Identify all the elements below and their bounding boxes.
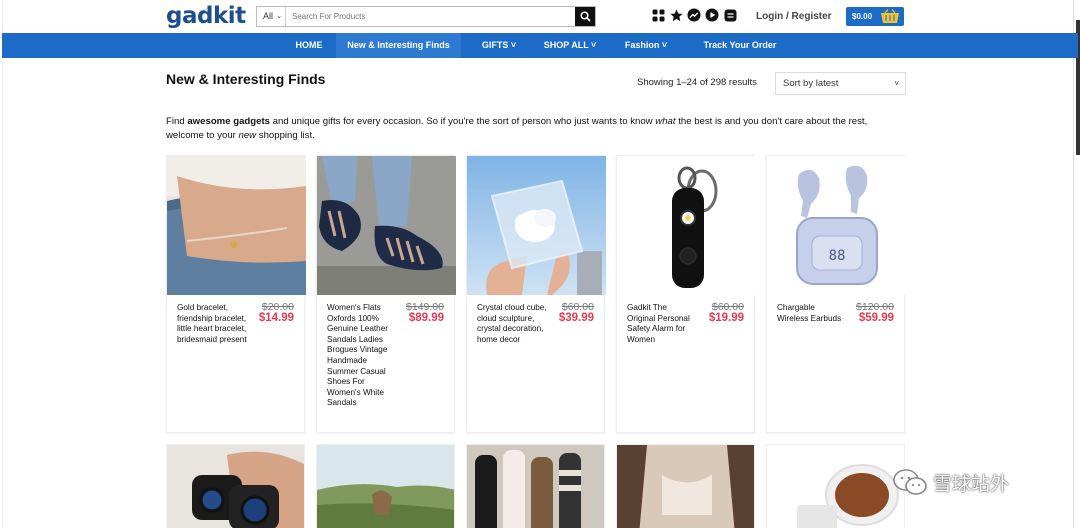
sort-select[interactable]: Sort by latest ˅ — [775, 72, 906, 95]
product-price: $39.99 — [558, 312, 594, 324]
product-image-landscape[interactable] — [316, 444, 455, 528]
star-icon[interactable] — [669, 8, 683, 22]
document-icon[interactable] — [723, 8, 737, 22]
desc-italic: what — [655, 116, 676, 127]
basket-icon — [881, 9, 899, 23]
nav-item-track-order[interactable]: Track Your Order — [692, 33, 788, 58]
nav-item-fashion[interactable]: Fashion ˅ — [618, 33, 674, 58]
product-name[interactable]: Chargable Wireless Earbuds — [777, 303, 847, 324]
main-nav: HOME New & Interesting Finds GIFTS ˅ SHO… — [2, 33, 1078, 58]
search-category-label: All — [263, 11, 274, 21]
wechat-icon — [893, 469, 927, 495]
login-register-link[interactable]: Login / Register — [756, 11, 832, 22]
product-price: $14.99 — [258, 312, 294, 324]
chevron-down-icon: ⌄ — [276, 13, 282, 20]
product-image-pet-bowl-scale[interactable] — [766, 444, 905, 528]
search-input[interactable] — [286, 7, 575, 26]
frame-right-edge — [1073, 0, 1074, 528]
product-image-sweater[interactable] — [616, 444, 755, 528]
desc-italic: new — [238, 130, 257, 141]
search-icon — [579, 11, 591, 22]
product-name[interactable]: Crystal cloud cube, cloud sculpture, cry… — [477, 303, 547, 345]
site-header: gadkit All ⌄ Search For Products Login /… — [0, 0, 1080, 33]
product-name[interactable]: Gadkit The Original Personal Safety Alar… — [627, 303, 697, 345]
results-count: Showing 1–24 of 298 results — [637, 77, 757, 88]
nav-item-shop-all[interactable]: SHOP ALL ˅ — [540, 33, 600, 58]
search-button[interactable] — [575, 7, 595, 26]
nav-label: New & Interesting Finds — [347, 40, 450, 50]
nav-label: HOME — [295, 40, 323, 50]
cart-button[interactable]: $0.00 — [846, 7, 904, 26]
product-card[interactable]: Crystal cloud cube, cloud sculpture, cry… — [466, 155, 606, 433]
page: gadkit All ⌄ Search For Products Login /… — [0, 0, 1080, 528]
nav-label: Fashion — [624, 40, 660, 50]
chevron-down-icon: ˅ — [588, 40, 597, 50]
chevron-down-icon: ˅ — [508, 40, 517, 50]
nav-item-home[interactable]: HOME — [286, 33, 332, 58]
desc-text: and unique gifts for every occasion. So … — [270, 116, 656, 127]
nav-label: GIFTS — [481, 40, 509, 50]
watermark: 雪球站外 — [893, 468, 1009, 496]
nav-item-gifts[interactable]: GIFTS ˅ — [476, 33, 522, 58]
play-icon[interactable] — [705, 8, 719, 22]
product-name[interactable]: Gold bracelet, friendship bracelet, litt… — [177, 303, 247, 345]
product-card[interactable]: Gold bracelet, friendship bracelet, litt… — [166, 155, 306, 433]
apps-icon[interactable] — [651, 8, 665, 22]
nav-item-new-finds[interactable]: New & Interesting Finds — [336, 33, 461, 58]
search-category-select[interactable]: All ⌄ — [257, 7, 286, 26]
desc-text: Find — [166, 116, 188, 127]
product-image-safety-alarm[interactable] — [617, 156, 756, 295]
page-title: New & Interesting Finds — [166, 71, 326, 87]
product-image-crystal-cube[interactable] — [467, 156, 606, 295]
svg-text:88: 88 — [829, 248, 846, 264]
search-bar: All ⌄ — [256, 6, 596, 27]
product-card[interactable]: 88 Chargable Wireless Earbuds $120.00 $5… — [766, 155, 906, 433]
product-price: $19.99 — [708, 312, 744, 324]
nav-label: Track Your Order — [703, 40, 777, 50]
product-card[interactable]: Gadkit The Original Personal Safety Alar… — [616, 155, 756, 433]
trending-icon[interactable] — [687, 8, 701, 22]
product-image-socks[interactable] — [466, 444, 605, 528]
cart-total: $0.00 — [852, 12, 873, 21]
product-image-binoculars[interactable] — [166, 444, 305, 528]
product-card[interactable]: Women's Flats Oxfords 100% Genuine Leath… — [316, 155, 456, 433]
site-logo[interactable]: gadkit — [166, 3, 246, 29]
product-name[interactable]: Women's Flats Oxfords 100% Genuine Leath… — [327, 303, 397, 409]
sort-selected: Sort by latest — [783, 78, 839, 89]
desc-text: shopping list. — [256, 130, 315, 141]
watermark-text: 雪球站外 — [933, 472, 1010, 495]
product-image-earbuds[interactable]: 88 — [767, 156, 906, 295]
desc-bold: awesome gadgets — [187, 116, 270, 127]
product-image-sandals[interactable] — [317, 156, 456, 295]
product-price: $89.99 — [408, 312, 444, 324]
header-icons — [651, 8, 737, 22]
frame-left-edge — [2, 0, 3, 528]
chevron-down-icon: ˅ — [659, 40, 668, 50]
category-description: Find awesome gadgets and unique gifts fo… — [166, 115, 906, 143]
product-price: $59.99 — [858, 312, 894, 324]
chevron-down-icon: ˅ — [894, 79, 899, 88]
nav-label: SHOP ALL — [543, 40, 589, 50]
product-image-bracelet[interactable] — [167, 156, 306, 295]
